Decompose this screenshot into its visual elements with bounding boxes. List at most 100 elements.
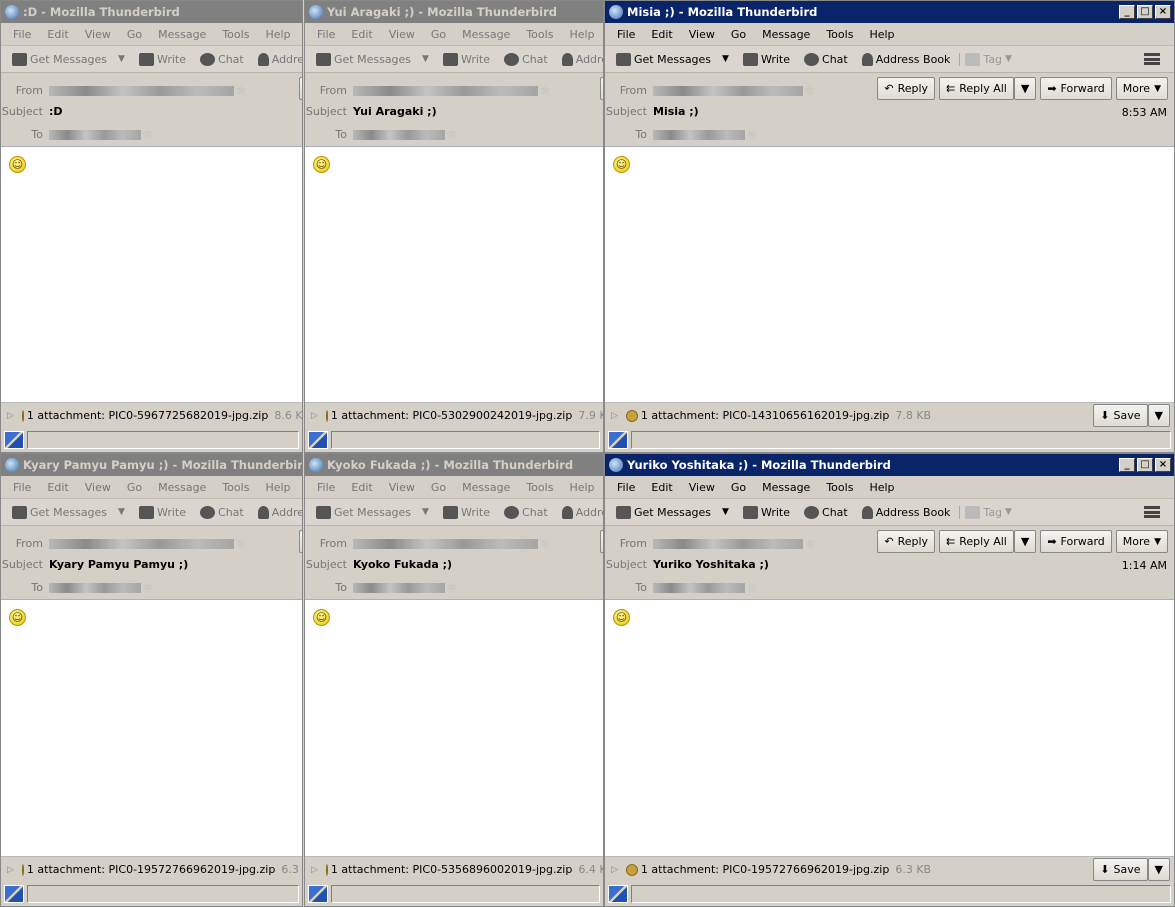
write-button[interactable]: Write <box>738 52 795 66</box>
reply-button[interactable]: ↶ Reply <box>877 530 936 553</box>
from-address-redacted[interactable] <box>49 538 234 549</box>
chevron-down-icon[interactable]: ▼ <box>422 507 429 517</box>
network-status-icon[interactable] <box>4 885 24 903</box>
thunderbird-window[interactable]: Yui Aragaki ;) - Mozilla Thunderbird Fil… <box>304 0 604 453</box>
get-messages-button[interactable]: Get Messages ▼ <box>611 52 734 66</box>
chevron-down-icon[interactable]: ▼ <box>722 54 729 64</box>
attachment-name[interactable]: 1 attachment: PIC0-14310656162019-jpg.zi… <box>641 409 889 422</box>
network-status-icon[interactable] <box>308 885 328 903</box>
menu-message[interactable]: Message <box>454 28 518 41</box>
star-icon[interactable]: ☆ <box>143 581 153 594</box>
thunderbird-window[interactable]: Kyoko Fukada ;) - Mozilla Thunderbird Fi… <box>304 453 604 907</box>
to-address-redacted[interactable] <box>653 582 745 593</box>
get-messages-button[interactable]: Get Messages ▼ <box>7 52 130 66</box>
star-icon[interactable]: ☆ <box>236 537 246 550</box>
network-status-icon[interactable] <box>608 885 628 903</box>
menu-view[interactable]: View <box>77 481 119 494</box>
thunderbird-window[interactable]: Yuriko Yoshitaka ;) - Mozilla Thunderbir… <box>604 453 1175 907</box>
reply-all-dropdown[interactable]: ▼ <box>1013 530 1037 553</box>
menu-file[interactable]: File <box>309 28 343 41</box>
more-button[interactable]: More ▼ <box>1115 530 1168 553</box>
hamburger-menu-icon[interactable] <box>1144 506 1160 518</box>
write-button[interactable]: Write <box>134 505 191 519</box>
menu-file[interactable]: File <box>5 481 39 494</box>
menu-file[interactable]: File <box>609 28 643 41</box>
menu-tools[interactable]: Tools <box>518 481 561 494</box>
menu-message[interactable]: Message <box>754 28 818 41</box>
hamburger-menu-icon[interactable] <box>1144 53 1160 65</box>
menu-message[interactable]: Message <box>150 481 214 494</box>
get-messages-button[interactable]: Get Messages ▼ <box>311 505 434 519</box>
chat-button[interactable]: Chat <box>799 52 853 66</box>
star-icon[interactable]: ☆ <box>447 581 457 594</box>
menu-tools[interactable]: Tools <box>818 481 861 494</box>
save-dropdown[interactable]: ▼ <box>1147 404 1170 427</box>
chat-button[interactable]: Chat <box>499 505 553 519</box>
attachment-name[interactable]: 1 attachment: PIC0-5356896002019-jpg.zip <box>331 863 572 876</box>
chat-button[interactable]: Chat <box>195 505 249 519</box>
message-body[interactable]: ☺ <box>305 146 603 402</box>
menu-view[interactable]: View <box>681 28 723 41</box>
from-address-redacted[interactable] <box>353 538 538 549</box>
to-address-redacted[interactable] <box>353 129 445 140</box>
menu-go[interactable]: Go <box>723 28 754 41</box>
message-body[interactable]: ☺ <box>1 599 302 856</box>
star-icon[interactable]: ☆ <box>805 537 815 550</box>
star-icon[interactable]: ☆ <box>540 84 550 97</box>
expand-triangle-icon[interactable]: ▷ <box>7 411 14 421</box>
menu-tools[interactable]: Tools <box>214 481 257 494</box>
attachment-bar[interactable]: ▷ 1 attachment: PIC0-19572766962019-jpg.… <box>605 856 1174 882</box>
reply-all-button[interactable]: ⇇ Reply All <box>939 530 1014 553</box>
chat-button[interactable]: Chat <box>499 52 553 66</box>
reply-button[interactable]: ↶ Reply <box>877 77 936 100</box>
thunderbird-window[interactable]: Kyary Pamyu Pamyu ;) - Mozilla Thunderbi… <box>0 453 303 907</box>
expand-triangle-icon[interactable]: ▷ <box>311 865 318 875</box>
address-book-button[interactable]: Address Book <box>557 52 603 66</box>
star-icon[interactable]: ☆ <box>747 581 757 594</box>
address-book-button[interactable]: Address Book <box>857 52 956 66</box>
forward-button[interactable]: ➡ Forward <box>1040 77 1112 100</box>
network-status-icon[interactable] <box>4 431 24 449</box>
more-button[interactable]: More ▼ <box>1115 77 1168 100</box>
reply-button[interactable]: ↶ <box>298 77 302 100</box>
menu-edit[interactable]: Edit <box>343 28 380 41</box>
menu-message[interactable]: Message <box>454 481 518 494</box>
menu-tools[interactable]: Tools <box>214 28 257 41</box>
close-button[interactable]: × <box>1155 5 1171 19</box>
message-body[interactable]: ☺ <box>605 146 1174 402</box>
title-bar[interactable]: Misia ;) - Mozilla Thunderbird _ □ × <box>605 1 1174 23</box>
menu-go[interactable]: Go <box>423 481 454 494</box>
attachment-name[interactable]: 1 attachment: PIC0-19572766962019-jpg.zi… <box>641 863 889 876</box>
menu-help[interactable]: Help <box>561 28 602 41</box>
attachment-name[interactable]: 1 attachment: PIC0-19572766962019-jpg.zi… <box>27 863 275 876</box>
write-button[interactable]: Write <box>438 52 495 66</box>
minimize-button[interactable]: _ <box>1119 5 1135 19</box>
attachment-bar[interactable]: ▷ 1 attachment: PIC0-5302900242019-jpg.z… <box>305 402 603 428</box>
message-body[interactable]: ☺ <box>305 599 603 856</box>
menu-message[interactable]: Message <box>754 481 818 494</box>
get-messages-button[interactable]: Get Messages ▼ <box>311 52 434 66</box>
get-messages-button[interactable]: Get Messages ▼ <box>611 505 734 519</box>
menu-tools[interactable]: Tools <box>518 28 561 41</box>
attachment-bar[interactable]: ▷ 1 attachment: PIC0-19572766962019-jpg.… <box>1 856 302 882</box>
menu-help[interactable]: Help <box>257 481 298 494</box>
menu-edit[interactable]: Edit <box>643 481 680 494</box>
menu-go[interactable]: Go <box>723 481 754 494</box>
address-book-button[interactable]: Address Book <box>557 505 603 519</box>
star-icon[interactable]: ☆ <box>447 128 457 141</box>
attachment-name[interactable]: 1 attachment: PIC0-5302900242019-jpg.zip <box>331 409 572 422</box>
menu-file[interactable]: File <box>5 28 39 41</box>
menu-help[interactable]: Help <box>561 481 602 494</box>
attachment-bar[interactable]: ▷ 1 attachment: PIC0-5356896002019-jpg.z… <box>305 856 603 882</box>
star-icon[interactable]: ☆ <box>805 84 815 97</box>
chat-button[interactable]: Chat <box>799 505 853 519</box>
chat-button[interactable]: Chat <box>195 52 249 66</box>
save-button[interactable]: ⬇ Save <box>1093 858 1148 881</box>
expand-triangle-icon[interactable]: ▷ <box>611 865 618 875</box>
menu-tools[interactable]: Tools <box>818 28 861 41</box>
chevron-down-icon[interactable]: ▼ <box>118 507 125 517</box>
minimize-button[interactable]: _ <box>1119 458 1135 472</box>
maximize-button[interactable]: □ <box>1137 458 1153 472</box>
from-address-redacted[interactable] <box>49 85 234 96</box>
menu-edit[interactable]: Edit <box>643 28 680 41</box>
